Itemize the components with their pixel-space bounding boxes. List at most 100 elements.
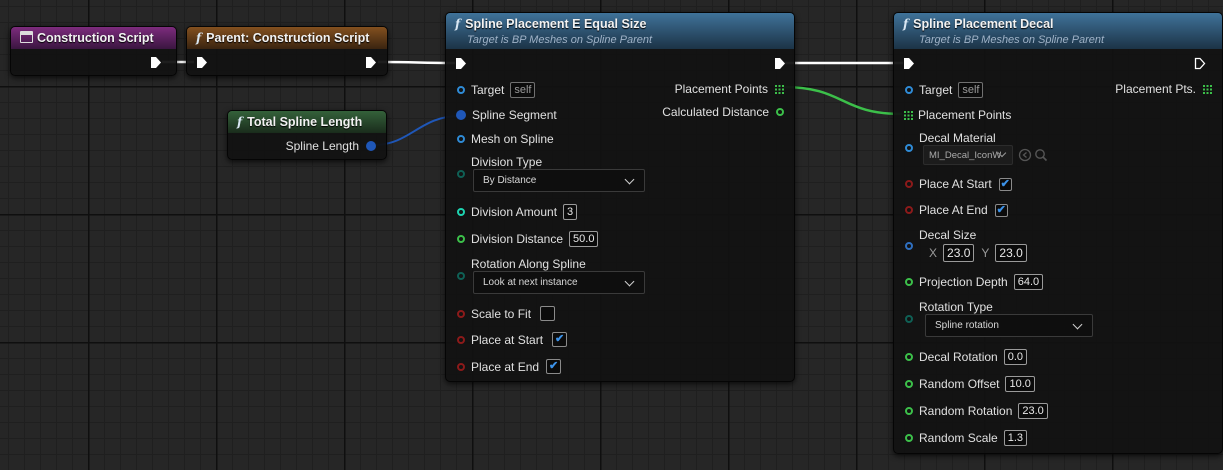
rotation-type-dropdown[interactable]: Spline rotation (925, 314, 1093, 337)
target-pin-row[interactable]: Target self (457, 82, 536, 98)
bool-pin[interactable] (905, 180, 913, 188)
division-distance-row[interactable]: Division Distance 50.0 (457, 231, 599, 247)
target-value[interactable]: self (510, 82, 536, 98)
float-pin[interactable] (905, 407, 913, 415)
bool-pin[interactable] (457, 362, 465, 371)
dropdown-value: Look at next instance (483, 277, 578, 288)
exec-out-pin[interactable] (774, 57, 786, 70)
enum-pin[interactable] (905, 315, 913, 323)
projection-depth-row[interactable]: Projection Depth 64.0 (905, 274, 1044, 290)
vector-pin[interactable] (905, 242, 913, 250)
bool-pin[interactable] (457, 335, 465, 344)
spline-placement-decal-node[interactable]: f Spline Placement Decal Target is BP Mes… (893, 12, 1223, 454)
spline-segment-row[interactable]: Spline Segment (456, 108, 557, 122)
division-amount-input[interactable]: 3 (563, 204, 578, 220)
parent-construction-script-node[interactable]: f Parent: Construction Script (186, 26, 388, 76)
pin-label: Placement Points (674, 82, 768, 96)
use-selected-icon[interactable] (1018, 148, 1032, 162)
mesh-on-spline-row[interactable]: Mesh on Spline (457, 132, 554, 146)
float-pin[interactable] (905, 380, 913, 388)
float-pin[interactable] (457, 235, 465, 243)
pin-label: Target (471, 83, 505, 97)
exec-in-pin[interactable] (903, 57, 915, 70)
pin-label: Decal Rotation (919, 350, 998, 364)
pin-label: Mesh on Spline (471, 132, 554, 146)
exec-out-pin[interactable] (1194, 57, 1206, 70)
pin-label: Random Scale (919, 431, 998, 445)
browse-search-icon[interactable] (1034, 148, 1048, 162)
function-icon: f (237, 115, 243, 129)
projection-depth-input[interactable]: 64.0 (1013, 274, 1044, 290)
division-type-dropdown[interactable]: By Distance (473, 169, 645, 192)
scale-to-fit-checkbox[interactable] (540, 306, 556, 321)
bool-pin[interactable] (905, 206, 913, 214)
rotation-along-spline-dropdown[interactable]: Look at next instance (473, 271, 645, 294)
struct-pin[interactable] (366, 141, 376, 151)
object-pin[interactable] (457, 86, 465, 94)
place-at-end-checkbox[interactable]: ✔ (994, 203, 1008, 217)
spline-length-output[interactable]: Spline Length (286, 139, 376, 153)
pin-label: Decal Size (919, 228, 977, 242)
object-pin[interactable] (457, 135, 465, 143)
place-at-start-checkbox[interactable]: ✔ (998, 177, 1012, 191)
place-at-start-row[interactable]: Place at Start ✔ (457, 332, 568, 347)
placement-points-output[interactable]: Placement Points (675, 82, 784, 96)
random-offset-row[interactable]: Random Offset 10.0 (905, 376, 1035, 392)
array-pin-icon[interactable] (904, 110, 913, 120)
float-pin[interactable] (905, 434, 913, 442)
place-at-end-row[interactable]: Place At End ✔ (905, 203, 1008, 217)
int-pin[interactable] (457, 208, 465, 216)
decal-material-dropdown[interactable]: MI_Decal_IconW (923, 145, 1013, 165)
node-subtitle: Target is BP Meshes on Spline Parent (467, 34, 653, 46)
decal-rotation-row[interactable]: Decal Rotation 0.0 (905, 349, 1028, 365)
exec-out-pin[interactable] (365, 56, 377, 69)
placement-pts-output[interactable]: Placement Pts. (1115, 82, 1212, 96)
pin-label: Spline Length (285, 139, 359, 153)
float-pin[interactable] (905, 278, 913, 286)
exec-in-pin[interactable] (455, 57, 467, 70)
rotation-type-label-row: Rotation Type (905, 300, 993, 314)
float-pin[interactable] (776, 108, 784, 116)
construction-script-node[interactable]: Construction Script (10, 26, 177, 76)
place-at-start-checkbox[interactable]: ✔ (552, 332, 568, 347)
exec-wire (377, 60, 456, 65)
struct-pin[interactable] (456, 110, 466, 120)
place-at-end-checkbox[interactable]: ✔ (546, 359, 562, 374)
array-pin-icon[interactable] (1203, 84, 1212, 94)
scale-to-fit-row[interactable]: Scale to Fit (457, 306, 556, 321)
target-value[interactable]: self (958, 82, 984, 98)
random-rotation-row[interactable]: Random Rotation 23.0 (905, 403, 1048, 419)
target-pin-row[interactable]: Target self (905, 82, 984, 98)
float-pin[interactable] (905, 353, 913, 361)
enum-pin[interactable] (457, 272, 465, 280)
bool-pin[interactable] (457, 309, 465, 318)
random-scale-input[interactable]: 1.3 (1003, 430, 1028, 446)
place-at-start-row[interactable]: Place At Start ✔ (905, 177, 1012, 191)
object-pin[interactable] (905, 144, 913, 152)
place-at-end-row[interactable]: Place at End ✔ (457, 359, 562, 374)
node-header: f Spline Placement Decal Target is BP Mes… (894, 13, 1222, 49)
node-header: f Parent: Construction Script (187, 27, 387, 49)
calculated-distance-output[interactable]: Calculated Distance (662, 105, 784, 119)
decal-size-y-input[interactable]: 23.0 (995, 244, 1027, 262)
array-pin-icon[interactable] (775, 84, 784, 94)
decal-material-label-row: Decal Material (905, 131, 996, 145)
enum-pin[interactable] (457, 170, 465, 178)
decal-size-x-input[interactable]: 23.0 (943, 244, 975, 262)
random-scale-row[interactable]: Random Scale 1.3 (905, 430, 1028, 446)
division-amount-row[interactable]: Division Amount 3 (457, 204, 578, 220)
decal-rotation-input[interactable]: 0.0 (1003, 349, 1028, 365)
exec-out-pin[interactable] (150, 56, 162, 69)
pin-label: Calculated Distance (662, 105, 769, 119)
node-header: f Total Spline Length (228, 111, 386, 133)
exec-in-pin[interactable] (196, 56, 208, 69)
object-pin[interactable] (905, 86, 913, 94)
random-rotation-input[interactable]: 23.0 (1018, 403, 1048, 419)
spline-placement-equal-size-node[interactable]: f Spline Placement E Equal Size Target is… (445, 12, 795, 382)
rotation-along-spline-label-row: Rotation Along Spline (457, 257, 586, 271)
total-spline-length-node[interactable]: f Total Spline Length Spline Length (227, 110, 387, 160)
random-offset-input[interactable]: 10.0 (1005, 376, 1035, 392)
placement-points-input-row[interactable]: Placement Points (904, 108, 1011, 122)
pin-label: Random Rotation (919, 404, 1013, 418)
division-distance-input[interactable]: 50.0 (569, 231, 599, 247)
